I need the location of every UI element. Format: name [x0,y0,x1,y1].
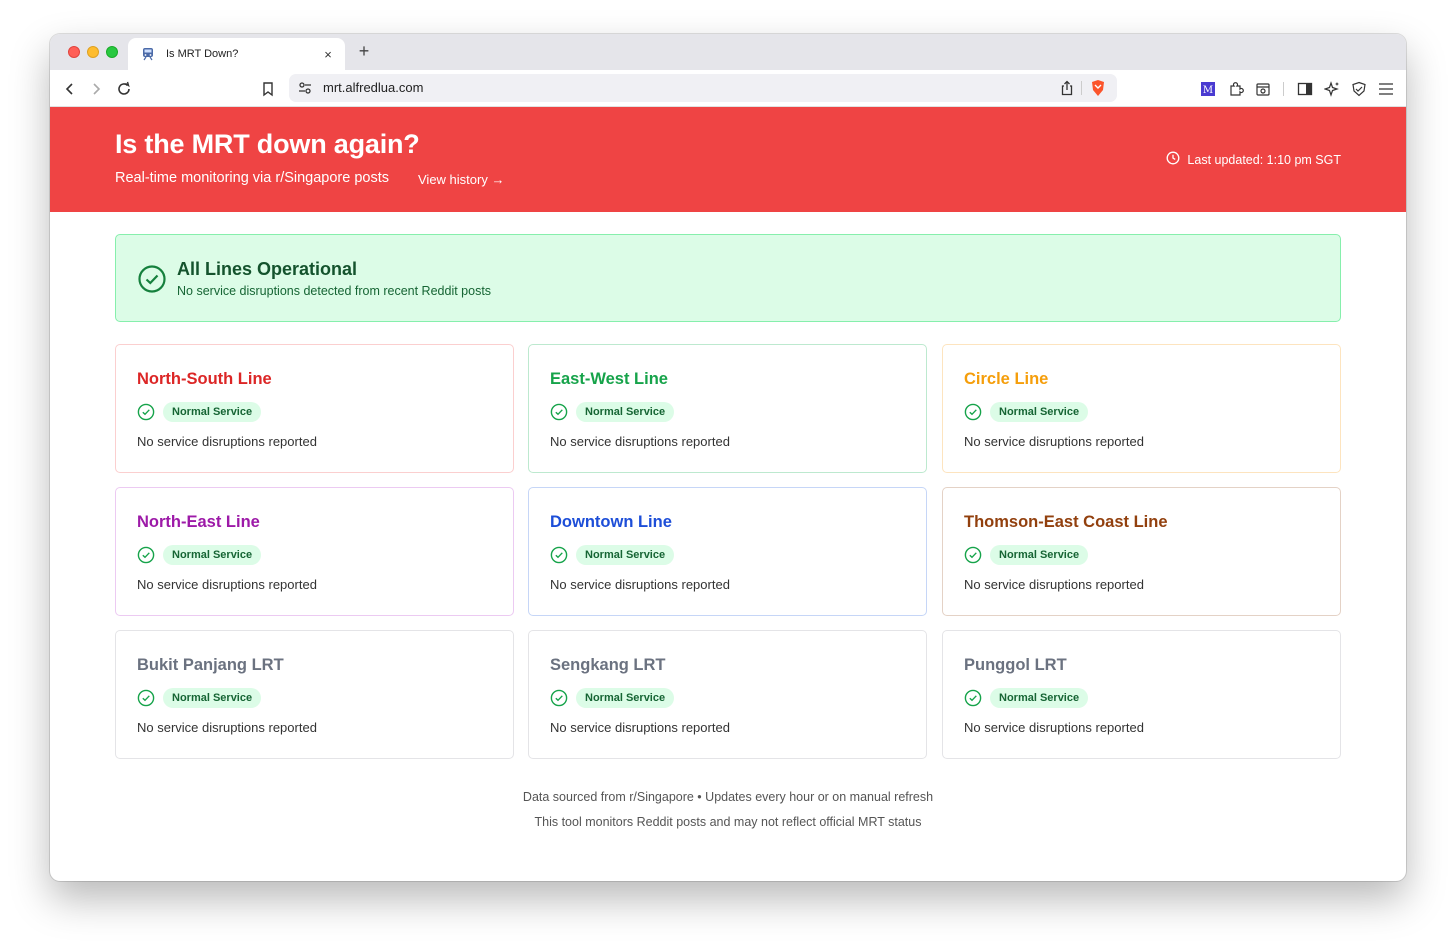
check-circle-icon [964,546,982,569]
line-description: No service disruptions reported [550,434,730,449]
last-updated-text: Last updated: 1:10 pm SGT [1187,152,1341,167]
line-card: East-West Line Normal Service No service… [528,344,927,473]
tab-is-mrt-down[interactable]: Is MRT Down? × [128,38,345,70]
line-description: No service disruptions reported [550,720,730,735]
close-window-button[interactable] [68,46,80,58]
status-title: All Lines Operational [177,259,358,279]
page-subtitle: Real-time monitoring via r/Singapore pos… [115,170,390,186]
line-card: North-East Line Normal Service No servic… [115,487,514,616]
line-card: Thomson-East Coast Line Normal Service N… [942,487,1341,616]
line-name: North-East Line [137,513,260,531]
status-badge: Normal Service [163,402,262,422]
bookmark-icon[interactable] [258,79,278,99]
line-card: Sengkang LRT Normal Service No service d… [528,630,927,759]
site-settings-icon[interactable] [295,78,315,98]
line-name: East-West Line [550,370,668,388]
line-card: Circle Line Normal Service No service di… [942,344,1341,473]
overall-status-box: All Lines Operational No service disrupt… [115,234,1341,322]
extension-m-icon[interactable]: M [1198,79,1218,99]
toolbar-divider [1283,82,1284,96]
line-name: Sengkang LRT [550,656,666,674]
brave-shield-icon[interactable] [1088,78,1108,98]
vpn-icon[interactable] [1349,79,1369,99]
check-circle-icon [964,689,982,712]
line-card: Bukit Panjang LRT Normal Service No serv… [115,630,514,759]
line-description: No service disruptions reported [137,577,317,592]
puzzle-icon[interactable] [1226,79,1246,99]
status-badge: Normal Service [163,545,262,565]
line-description: No service disruptions reported [964,577,1144,592]
toolbar-divider [1081,81,1082,95]
status-badge: Normal Service [576,545,675,565]
line-card: North-South Line Normal Service No servi… [115,344,514,473]
back-icon[interactable] [60,79,80,99]
svg-text:M: M [1203,85,1213,96]
footer-disclaimer: This tool monitors Reddit posts and may … [534,815,922,829]
page-title: Is the MRT down again? [115,129,420,159]
line-name: North-South Line [137,370,272,388]
line-name: Bukit Panjang LRT [137,656,284,674]
check-circle-icon [550,689,568,712]
status-subtitle: No service disruptions detected from rec… [177,284,492,298]
menu-icon[interactable] [1376,79,1396,99]
line-name: Thomson-East Coast Line [964,513,1168,531]
check-circle-icon [137,546,155,569]
tab-close-icon[interactable]: × [321,47,335,62]
check-circle-icon [137,264,167,299]
reload-icon[interactable] [114,79,134,99]
check-circle-icon [137,689,155,712]
browser-window: Is MRT Down? × + mrt.alfredlua.com M Is … [50,34,1406,881]
line-description: No service disruptions reported [137,434,317,449]
check-circle-icon [550,546,568,569]
status-badge: Normal Service [576,402,675,422]
line-description: No service disruptions reported [964,720,1144,735]
sidebar-icon[interactable] [1295,79,1315,99]
check-circle-icon [550,403,568,426]
train-icon [140,46,156,62]
forward-icon[interactable] [86,79,106,99]
tab-strip: Is MRT Down? × + [50,34,1406,70]
status-badge: Normal Service [163,688,262,708]
line-description: No service disruptions reported [137,720,317,735]
last-updated: Last updated: 1:10 pm SGT [1166,151,1341,168]
check-circle-icon [137,403,155,426]
line-card: Punggol LRT Normal Service No service di… [942,630,1341,759]
screenshot-icon[interactable] [1253,79,1273,99]
address-bar[interactable]: mrt.alfredlua.com [289,74,1117,102]
share-icon[interactable] [1057,78,1077,98]
line-description: No service disruptions reported [550,577,730,592]
minimize-window-button[interactable] [87,46,99,58]
url-text: mrt.alfredlua.com [323,80,424,95]
line-description: No service disruptions reported [964,434,1144,449]
line-card: Downtown Line Normal Service No service … [528,487,927,616]
tab-title: Is MRT Down? [166,48,239,60]
new-tab-button[interactable]: + [356,42,372,60]
status-badge: Normal Service [576,688,675,708]
page-header: Is the MRT down again? Real-time monitor… [50,107,1406,212]
footer-source: Data sourced from r/Singapore • Updates … [522,790,934,804]
line-name: Punggol LRT [964,656,1067,674]
zoom-window-button[interactable] [106,46,118,58]
check-circle-icon [964,403,982,426]
line-name: Downtown Line [550,513,672,531]
view-history-link[interactable]: View history → [418,172,504,187]
status-badge: Normal Service [990,402,1089,422]
line-name: Circle Line [964,370,1049,388]
browser-toolbar: mrt.alfredlua.com M [50,70,1406,107]
leo-icon[interactable] [1322,79,1342,99]
clock-icon [1166,151,1180,168]
status-badge: Normal Service [990,688,1089,708]
status-badge: Normal Service [990,545,1089,565]
